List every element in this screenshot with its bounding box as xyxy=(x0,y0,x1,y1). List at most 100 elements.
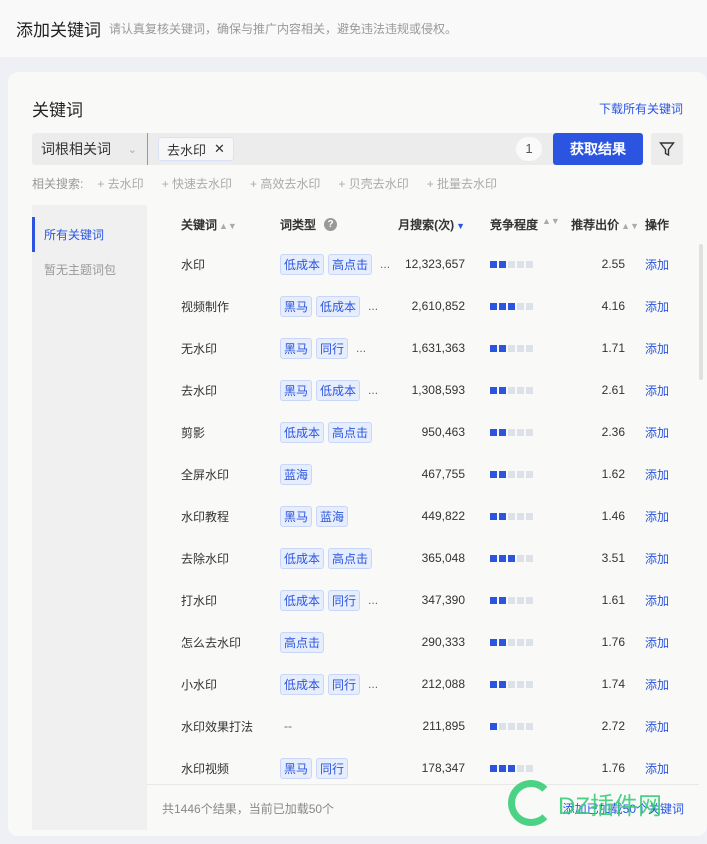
keyword: 剪影 xyxy=(181,425,206,440)
competition-cell xyxy=(526,680,533,688)
competition-cell xyxy=(517,386,524,394)
type-tag: 蓝海 xyxy=(280,463,313,485)
monthly-search: 12,323,657 xyxy=(404,257,465,271)
sidebar-item-no-packages[interactable]: 暂无主题词包 xyxy=(32,252,147,287)
competition-cell xyxy=(508,638,515,646)
table-footer: 共1446个结果，当前已加载50个 添加已加载50个关键词 xyxy=(147,784,699,832)
competition-meter xyxy=(490,680,533,688)
competition-cell xyxy=(499,596,506,604)
more-tags[interactable]: ... xyxy=(368,299,378,313)
keyword: 打水印 xyxy=(181,593,218,608)
header-bid[interactable]: 推荐出价 ▲▼ xyxy=(571,216,639,233)
competition-meter xyxy=(490,428,533,436)
monthly-search: 1,631,363 xyxy=(411,341,465,355)
result-summary: 共1446个结果，当前已加载50个 xyxy=(162,802,335,816)
related-search-item[interactable]: + 批量去水印 xyxy=(427,175,497,192)
add-button[interactable]: 添加 xyxy=(645,508,669,525)
monthly-search: 178,347 xyxy=(421,761,465,775)
type-tag: 黑马 xyxy=(280,505,313,527)
add-button[interactable]: 添加 xyxy=(645,718,669,735)
table-row: 全屏水印 蓝海 467,755 1.62 添加 xyxy=(147,453,699,495)
get-results-button[interactable]: 获取结果 xyxy=(553,133,643,165)
keyword: 去水印 xyxy=(181,383,218,398)
competition-cell xyxy=(508,680,515,688)
add-button[interactable]: 添加 xyxy=(645,466,669,483)
competition-cell xyxy=(508,260,515,268)
competition-cell xyxy=(490,428,497,436)
more-tags[interactable]: -- xyxy=(284,719,292,733)
sort-icon: ▲▼ xyxy=(621,220,639,231)
more-tags[interactable]: ... xyxy=(380,257,390,271)
competition-meter xyxy=(490,764,533,772)
competition-cell xyxy=(499,302,506,310)
add-button[interactable]: 添加 xyxy=(645,550,669,567)
sidebar-item-all-keywords[interactable]: 所有关键词 xyxy=(32,217,147,252)
help-icon[interactable]: ? xyxy=(324,217,338,231)
filter-button[interactable] xyxy=(651,133,683,165)
add-loaded-keywords-link[interactable]: 添加已加载50个关键词 xyxy=(563,800,684,817)
competition-cell xyxy=(490,512,497,520)
type-tag: 同行 xyxy=(316,757,349,779)
competition-cell xyxy=(526,764,533,772)
more-tags[interactable]: ... xyxy=(368,677,378,691)
monthly-search: 449,822 xyxy=(421,509,465,523)
competition-cell xyxy=(499,722,506,730)
monthly-search: 467,755 xyxy=(421,467,465,481)
type-tag: 黑马 xyxy=(280,337,313,359)
add-button[interactable]: 添加 xyxy=(645,256,669,273)
add-button[interactable]: 添加 xyxy=(645,760,669,777)
keyword: 水印视频 xyxy=(181,761,230,776)
keyword: 怎么去水印 xyxy=(181,635,242,650)
table-row: 视频制作 黑马 低成本... 2,610,852 4.16 添加 xyxy=(147,285,699,327)
add-button[interactable]: 添加 xyxy=(645,676,669,693)
type-tag: 低成本 xyxy=(280,253,325,275)
monthly-search: 211,895 xyxy=(422,719,466,733)
add-button[interactable]: 添加 xyxy=(645,340,669,357)
competition-meter xyxy=(490,302,533,310)
type-tag: 黑马 xyxy=(280,295,313,317)
add-button[interactable]: 添加 xyxy=(645,592,669,609)
close-icon[interactable]: ✕ xyxy=(214,141,225,157)
monthly-search: 290,333 xyxy=(421,635,465,649)
competition-cell xyxy=(517,470,524,478)
competition-cell xyxy=(517,554,524,562)
type-tag: 同行 xyxy=(328,589,361,611)
header-competition[interactable]: 竞争程度 ▲▼ xyxy=(490,216,560,233)
header-search[interactable]: 月搜索(次) ▼ xyxy=(398,216,465,233)
keyword: 去除水印 xyxy=(181,551,230,566)
more-tags[interactable]: ... xyxy=(368,383,378,397)
competition-cell xyxy=(508,428,515,436)
add-button[interactable]: 添加 xyxy=(645,424,669,441)
mode-select[interactable]: 词根相关词 ⌄ xyxy=(32,133,148,165)
add-button[interactable]: 添加 xyxy=(645,634,669,651)
competition-cell xyxy=(526,722,533,730)
related-search-item[interactable]: + 贝壳去水印 xyxy=(338,175,408,192)
related-search-item[interactable]: + 快速去水印 xyxy=(162,175,232,192)
competition-cell xyxy=(526,344,533,352)
header-type: 词类型? xyxy=(280,216,338,233)
sidebar: 所有关键词 暂无主题词包 xyxy=(32,205,147,830)
add-button[interactable]: 添加 xyxy=(645,298,669,315)
related-search-item[interactable]: + 去水印 xyxy=(97,175,143,192)
add-button[interactable]: 添加 xyxy=(645,382,669,399)
type-tag: 低成本 xyxy=(280,547,325,569)
header-keyword[interactable]: 关键词 ▲▼ xyxy=(181,216,237,233)
related-search-item[interactable]: + 高效去水印 xyxy=(250,175,320,192)
competition-meter xyxy=(490,638,533,646)
more-tags[interactable]: ... xyxy=(368,593,378,607)
type-tag: 蓝海 xyxy=(316,505,349,527)
bid: 2.55 xyxy=(601,257,625,271)
competition-cell xyxy=(490,680,497,688)
competition-cell xyxy=(526,260,533,268)
competition-cell xyxy=(508,764,515,772)
header-action: 操作 xyxy=(645,217,670,232)
keyword: 全屏水印 xyxy=(181,467,230,482)
competition-cell xyxy=(526,386,533,394)
scrollbar[interactable] xyxy=(699,244,703,380)
page-title: 添加关键词 xyxy=(16,21,101,40)
competition-cell xyxy=(526,512,533,520)
download-all-link[interactable]: 下载所有关键词 xyxy=(599,100,683,117)
more-tags[interactable]: ... xyxy=(356,341,366,355)
monthly-search: 1,308,593 xyxy=(411,383,465,397)
bid: 1.61 xyxy=(601,593,625,607)
